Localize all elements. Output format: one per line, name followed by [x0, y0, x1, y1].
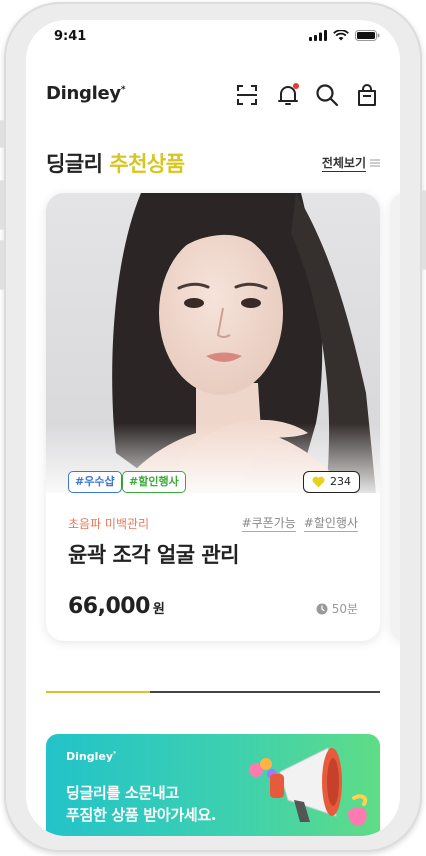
- bell-icon[interactable]: [275, 82, 301, 108]
- search-icon[interactable]: [314, 82, 340, 108]
- app-logo[interactable]: Dingley*: [46, 83, 126, 104]
- side-button: [0, 180, 4, 230]
- logo-mark: *: [120, 85, 126, 95]
- notification-dot: [293, 83, 299, 89]
- side-button: [0, 240, 4, 290]
- clock-icon: [316, 603, 328, 614]
- wifi-icon: [333, 30, 349, 41]
- megaphone-icon: [249, 747, 368, 827]
- service-duration: 50분: [316, 600, 358, 617]
- like-count: 234: [330, 475, 351, 488]
- product-hashtags: #쿠폰가능 #할인행사: [241, 514, 358, 532]
- banner-line-1: 딩글리를 소문내고: [66, 784, 179, 802]
- list-icon: [370, 159, 380, 167]
- price-unit: 원: [152, 602, 165, 617]
- section-title: 딩글리 추천상품: [46, 148, 185, 178]
- battery-icon: [355, 30, 380, 41]
- scan-icon[interactable]: [234, 82, 260, 108]
- product-title: 윤곽 조각 얼굴 관리: [68, 543, 240, 567]
- phone-screen: 9:41 Dingley* 딩글리 추천상품 전체보기 #우수샵 #할인행사 2…: [26, 20, 400, 836]
- carousel-progress: [46, 691, 380, 693]
- section-title-main: 딩글리: [46, 152, 103, 176]
- status-bar: 9:41: [26, 20, 400, 56]
- signal-icon: [309, 30, 327, 41]
- heart-icon: [312, 476, 325, 488]
- tag-best-shop[interactable]: #우수샵: [68, 471, 122, 493]
- hashtag-coupon[interactable]: #쿠폰가능: [241, 514, 296, 532]
- banner-logo: Dingley*: [66, 750, 116, 763]
- carousel-progress-fill: [46, 691, 150, 693]
- hashtag-discount[interactable]: #할인행사: [303, 514, 358, 532]
- product-category: 초음파 미백관리: [68, 517, 150, 531]
- duration-text: 50분: [331, 602, 358, 616]
- app-header: Dingley*: [26, 78, 400, 114]
- banner-line-2: 푸짐한 상품 받아가세요.: [66, 806, 217, 824]
- section-title-highlight: 추천상품: [109, 152, 185, 176]
- view-all-link[interactable]: 전체보기: [321, 154, 380, 172]
- promo-banner[interactable]: Dingley* 딩글리를 소문내고 푸짐한 상품 받아가세요.: [46, 734, 380, 836]
- status-icons: [309, 30, 380, 41]
- logo-text: Dingley: [46, 83, 121, 104]
- banner-logo-mark: *: [113, 750, 117, 758]
- next-card-peek[interactable]: [390, 193, 400, 641]
- price-value: 66,000: [68, 594, 150, 619]
- like-count-badge[interactable]: 234: [303, 471, 360, 493]
- product-card[interactable]: #우수샵 #할인행사 234 초음파 미백관리 #쿠폰가능 #할인행사 윤곽 조…: [46, 193, 380, 641]
- bag-icon[interactable]: [354, 82, 380, 108]
- tag-discount[interactable]: #할인행사: [122, 471, 186, 493]
- side-button: [422, 190, 426, 270]
- product-price: 66,000 원: [68, 594, 165, 619]
- status-time: 9:41: [54, 29, 87, 44]
- view-all-label: 전체보기: [321, 156, 366, 172]
- side-button: [0, 120, 4, 148]
- banner-logo-text: Dingley: [66, 750, 114, 763]
